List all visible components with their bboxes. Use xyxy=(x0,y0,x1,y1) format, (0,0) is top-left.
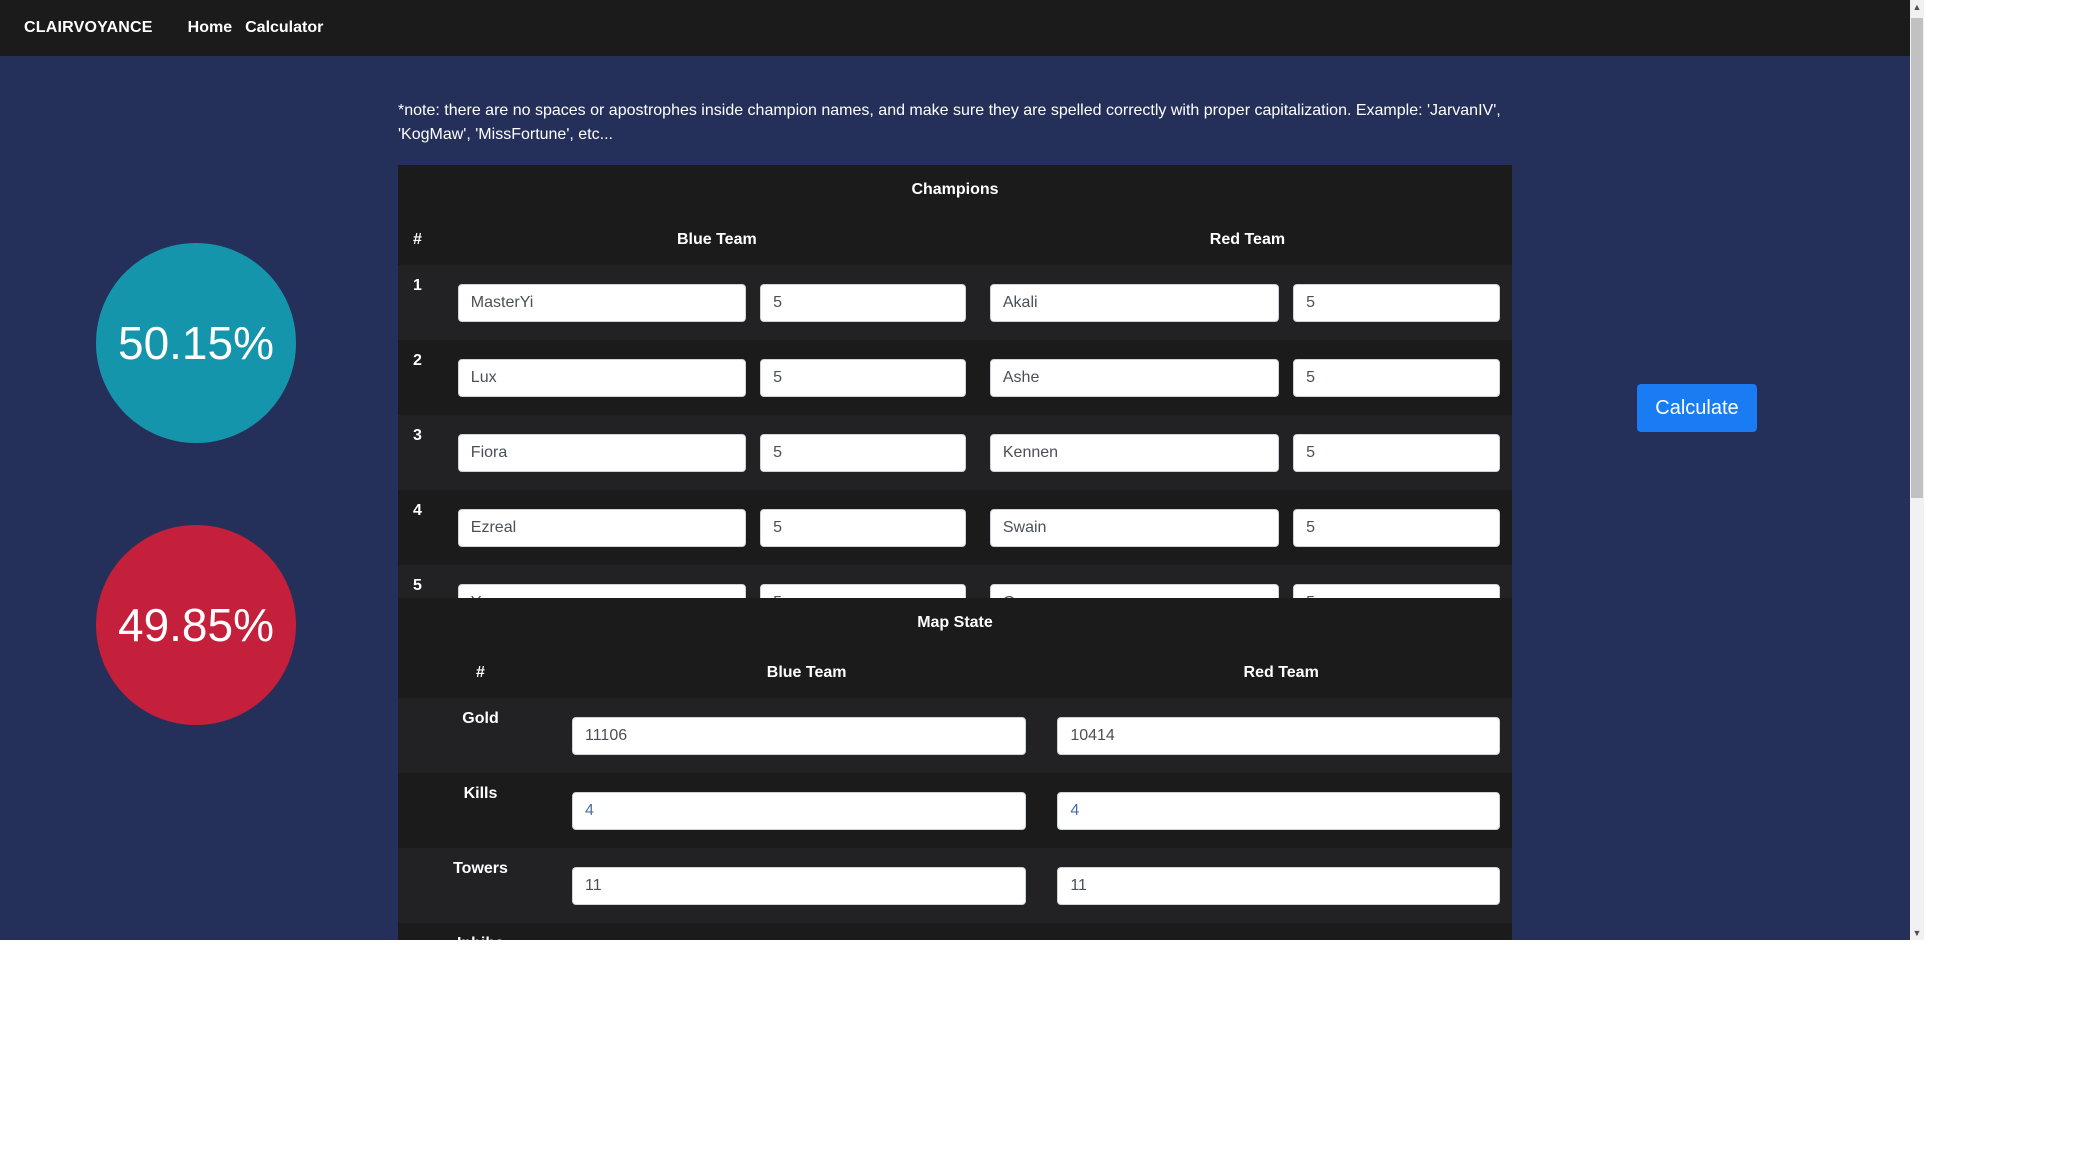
map-state-table: Map State # Blue Team Red Team GoldKills… xyxy=(398,598,1512,940)
map-state-label: Inhibs xyxy=(398,923,563,940)
blue-champion-input[interactable] xyxy=(457,283,747,322)
map-state-row: Gold xyxy=(398,698,1512,773)
red-champion-mastery-input[interactable] xyxy=(1293,433,1500,472)
map-state-label: Kills xyxy=(398,773,563,848)
red-champion-input[interactable] xyxy=(989,433,1280,472)
red-map-stat-input[interactable] xyxy=(1057,791,1500,830)
map-header-num: # xyxy=(398,648,563,698)
champions-table: Champions # Blue Team Red Team 12345 xyxy=(398,165,1512,640)
red-map-stat-input[interactable] xyxy=(1057,866,1500,905)
scroll-up-arrow-icon[interactable]: ▲ xyxy=(1910,0,1924,14)
champion-name-note: *note: there are no spaces or apostrophe… xyxy=(398,102,1501,143)
red-champion-input[interactable] xyxy=(989,508,1280,547)
red-champion-input[interactable] xyxy=(989,358,1280,397)
champion-row-number: 1 xyxy=(398,265,451,340)
blue-map-stat-input[interactable] xyxy=(572,716,1027,755)
red-map-stat-input[interactable] xyxy=(1057,716,1500,755)
calculate-button[interactable]: Calculate xyxy=(1637,384,1757,432)
blue-champion-mastery-input[interactable] xyxy=(760,508,966,547)
map-state-table-title: Map State xyxy=(398,598,1512,648)
blue-champion-input[interactable] xyxy=(457,508,747,547)
red-champion-input[interactable] xyxy=(989,283,1280,322)
blue-champion-mastery-input[interactable] xyxy=(760,433,966,472)
blue-champion-input[interactable] xyxy=(457,433,747,472)
champion-row: 3 xyxy=(398,415,1512,490)
map-state-row: Towers xyxy=(398,848,1512,923)
red-champion-mastery-input[interactable] xyxy=(1293,283,1500,322)
blue-win-probability: 50.15% xyxy=(96,243,296,443)
nav-link-home[interactable]: Home xyxy=(188,19,232,37)
red-win-probability: 49.85% xyxy=(96,525,296,725)
champions-header-num: # xyxy=(398,215,451,265)
champion-row: 1 xyxy=(398,265,1512,340)
champion-row-number: 4 xyxy=(398,490,451,565)
page-scrollbar[interactable]: ▲ ▼ xyxy=(1910,0,1924,940)
champion-row-number: 2 xyxy=(398,340,451,415)
champion-row-number: 3 xyxy=(398,415,451,490)
blue-map-stat-input[interactable] xyxy=(572,791,1027,830)
champions-header-red: Red Team xyxy=(982,215,1512,265)
map-header-blue: Blue Team xyxy=(563,648,1051,698)
map-state-label: Towers xyxy=(398,848,563,923)
scroll-down-arrow-icon[interactable]: ▼ xyxy=(1910,926,1924,940)
blue-champion-mastery-input[interactable] xyxy=(760,358,966,397)
map-header-red: Red Team xyxy=(1050,648,1512,698)
blue-map-stat-input[interactable] xyxy=(572,866,1027,905)
red-champion-mastery-input[interactable] xyxy=(1293,358,1500,397)
brand-logo[interactable]: CLAIRVOYANCE xyxy=(24,19,153,37)
champion-row: 4 xyxy=(398,490,1512,565)
browser-viewport: CLAIRVOYANCE Home Calculator 50.15% 49.8… xyxy=(0,0,1924,940)
top-navbar: CLAIRVOYANCE Home Calculator xyxy=(0,0,1910,56)
blue-champion-input[interactable] xyxy=(457,358,747,397)
nav-link-calculator[interactable]: Calculator xyxy=(245,19,323,37)
map-state-row: Inhibs xyxy=(398,923,1512,940)
champions-header-blue: Blue Team xyxy=(450,215,983,265)
map-state-label: Gold xyxy=(398,698,563,773)
champions-table-title: Champions xyxy=(398,165,1512,215)
map-state-row: Kills xyxy=(398,773,1512,848)
scrollbar-thumb[interactable] xyxy=(1911,18,1923,498)
blue-champion-mastery-input[interactable] xyxy=(760,283,966,322)
red-champion-mastery-input[interactable] xyxy=(1293,508,1500,547)
champion-row: 2 xyxy=(398,340,1512,415)
